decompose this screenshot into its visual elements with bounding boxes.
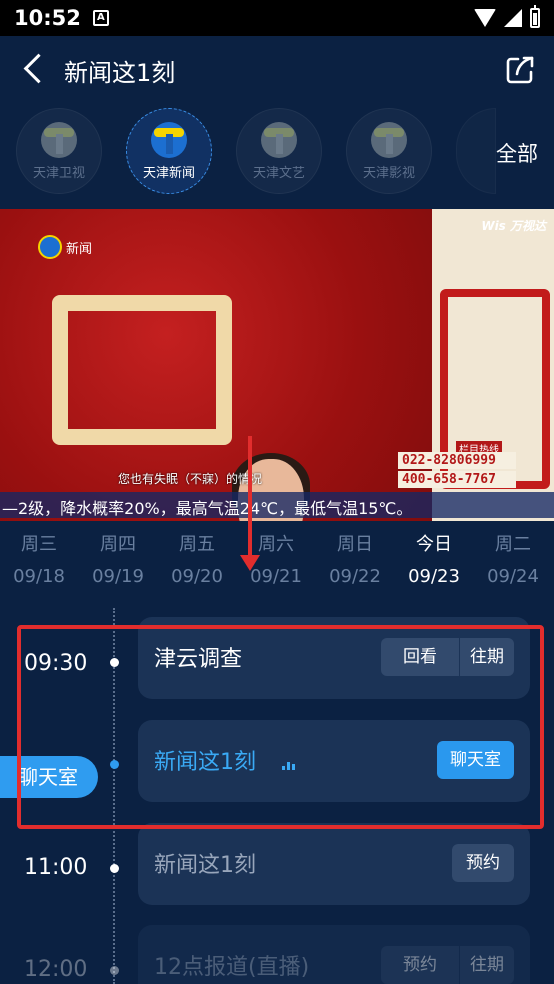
date-tab-day: 周三 <box>21 534 57 555</box>
channel-tianjin-film[interactable]: 天津影视 <box>346 108 432 194</box>
share-icon[interactable] <box>504 54 536 86</box>
schedule-item[interactable]: 津云调查 回看 往期 <box>138 617 530 699</box>
timeline-dot-live <box>110 760 119 769</box>
hotline-number: 400-658-7767 <box>398 471 516 488</box>
date-tab-day: 周二 <box>495 534 531 555</box>
video-backdrop-character <box>52 295 232 445</box>
status-icons <box>474 5 540 28</box>
date-tabs: 周三 09/18 周四 09/19 周五 09/20 周六 09/21 周日 0… <box>0 530 554 596</box>
channel-tianjin-wenyi[interactable]: 天津文艺 <box>236 108 322 194</box>
program-actions: 预约 往期 <box>381 946 514 984</box>
channel-watermark-icon <box>38 235 62 259</box>
ticker-text: —2级，降水概率20%，最高气温24℃，最低气温15℃。 <box>2 499 413 518</box>
program-actions: 回看 往期 <box>381 638 514 676</box>
channel-logo-icon <box>41 121 77 158</box>
reserve-button[interactable]: 预约 <box>381 946 459 984</box>
program-title: 新闻这1刻 <box>154 853 256 878</box>
annotation-arrow-line <box>248 436 252 566</box>
program-actions: 预约 <box>452 844 514 882</box>
schedule-time: 09:30 <box>24 651 88 676</box>
channel-watermark-text: 新闻 <box>66 241 93 257</box>
chat-room-pill[interactable]: 聊天室 <box>0 756 98 798</box>
video-ticker: —2级，降水概率20%，最高气温24℃，最低气温15℃。 <box>0 492 554 518</box>
video-caption: 您也有失眠（不寐）的情况 <box>118 472 263 486</box>
reserve-button[interactable]: 预约 <box>452 844 514 882</box>
schedule-item[interactable]: 新闻这1刻 预约 <box>138 823 530 905</box>
date-tab[interactable]: 周五 09/20 <box>162 530 232 587</box>
schedule-item-live[interactable]: 新闻这1刻 聊天室 <box>138 720 530 802</box>
replay-button[interactable]: 回看 <box>381 638 459 676</box>
channel-tianjin-news[interactable]: 天津新闻 <box>126 108 212 194</box>
channel-name: 天津影视 <box>362 165 415 181</box>
program-title: 新闻这1刻 <box>154 750 256 775</box>
date-tab-today[interactable]: 今日 09/23 <box>399 530 469 587</box>
hotline-number: 022-82806999 <box>398 452 516 469</box>
date-tab-date: 09/23 <box>408 566 460 587</box>
past-episodes-button[interactable]: 往期 <box>459 638 514 676</box>
date-tab[interactable]: 周三 09/18 <box>4 530 74 587</box>
date-tab[interactable]: 周二 09/24 <box>478 530 548 587</box>
program-title: 津云调查 <box>154 647 243 672</box>
timeline-dot <box>110 658 119 667</box>
date-tab[interactable]: 周四 09/19 <box>83 530 153 587</box>
page-title: 新闻这1刻 <box>64 58 176 87</box>
date-tab-day: 周五 <box>179 534 215 555</box>
date-tab-date: 09/20 <box>171 566 223 587</box>
wifi-icon <box>474 9 496 27</box>
program-actions: 聊天室 <box>437 741 514 779</box>
channel-logo-icon <box>261 121 297 158</box>
channel-name: 天津新闻 <box>142 165 195 181</box>
status-time: 10:52 <box>14 6 81 30</box>
timeline-dot <box>110 966 119 975</box>
channel-logo-icon <box>151 121 187 158</box>
signal-icon <box>504 9 522 27</box>
channel-name: 天津文艺 <box>252 165 305 181</box>
live-indicator-icon <box>282 762 295 770</box>
annotation-arrow-head <box>240 555 260 571</box>
notification-icon: A <box>92 10 109 26</box>
status-bar: 10:52 A <box>0 0 554 36</box>
schedule-item[interactable]: 12点报道(直播) 预约 往期 <box>138 925 530 984</box>
date-tab-day: 周日 <box>337 534 373 555</box>
date-tab-day: 周四 <box>100 534 136 555</box>
channel-tianjin-ws[interactable]: 天津卫视 <box>16 108 102 194</box>
channel-logo-icon <box>371 121 407 158</box>
timeline-dot <box>110 864 119 873</box>
schedule-time: 12:00 <box>24 957 88 982</box>
channel-watermark: 新闻 <box>38 235 92 259</box>
channel-name: 天津卫视 <box>32 165 85 181</box>
channel-selector: 天津卫视 天津新闻 天津文艺 天津影视 全部 <box>0 104 554 200</box>
date-tab[interactable]: 周日 09/22 <box>320 530 390 587</box>
date-tab-date: 09/18 <box>13 566 65 587</box>
past-episodes-button[interactable]: 往期 <box>459 946 514 984</box>
nav-bar: 新闻这1刻 <box>0 36 554 104</box>
date-tab-day: 今日 <box>416 534 452 555</box>
date-tab-date: 09/22 <box>329 566 381 587</box>
hotline-box: 022-82806999 400-658-7767 <box>398 452 516 490</box>
date-tab-date: 09/19 <box>92 566 144 587</box>
date-tab-date: 09/24 <box>487 566 539 587</box>
program-title: 12点报道(直播) <box>154 955 310 980</box>
chat-room-button[interactable]: 聊天室 <box>437 741 514 779</box>
back-icon[interactable] <box>14 46 62 94</box>
schedule-time: 11:00 <box>24 855 88 880</box>
all-channels-link[interactable]: 全部 <box>496 138 538 168</box>
wis-watermark: Wis 万视达 <box>481 219 546 233</box>
channel-more-partial[interactable] <box>456 108 496 194</box>
battery-icon <box>530 5 540 28</box>
